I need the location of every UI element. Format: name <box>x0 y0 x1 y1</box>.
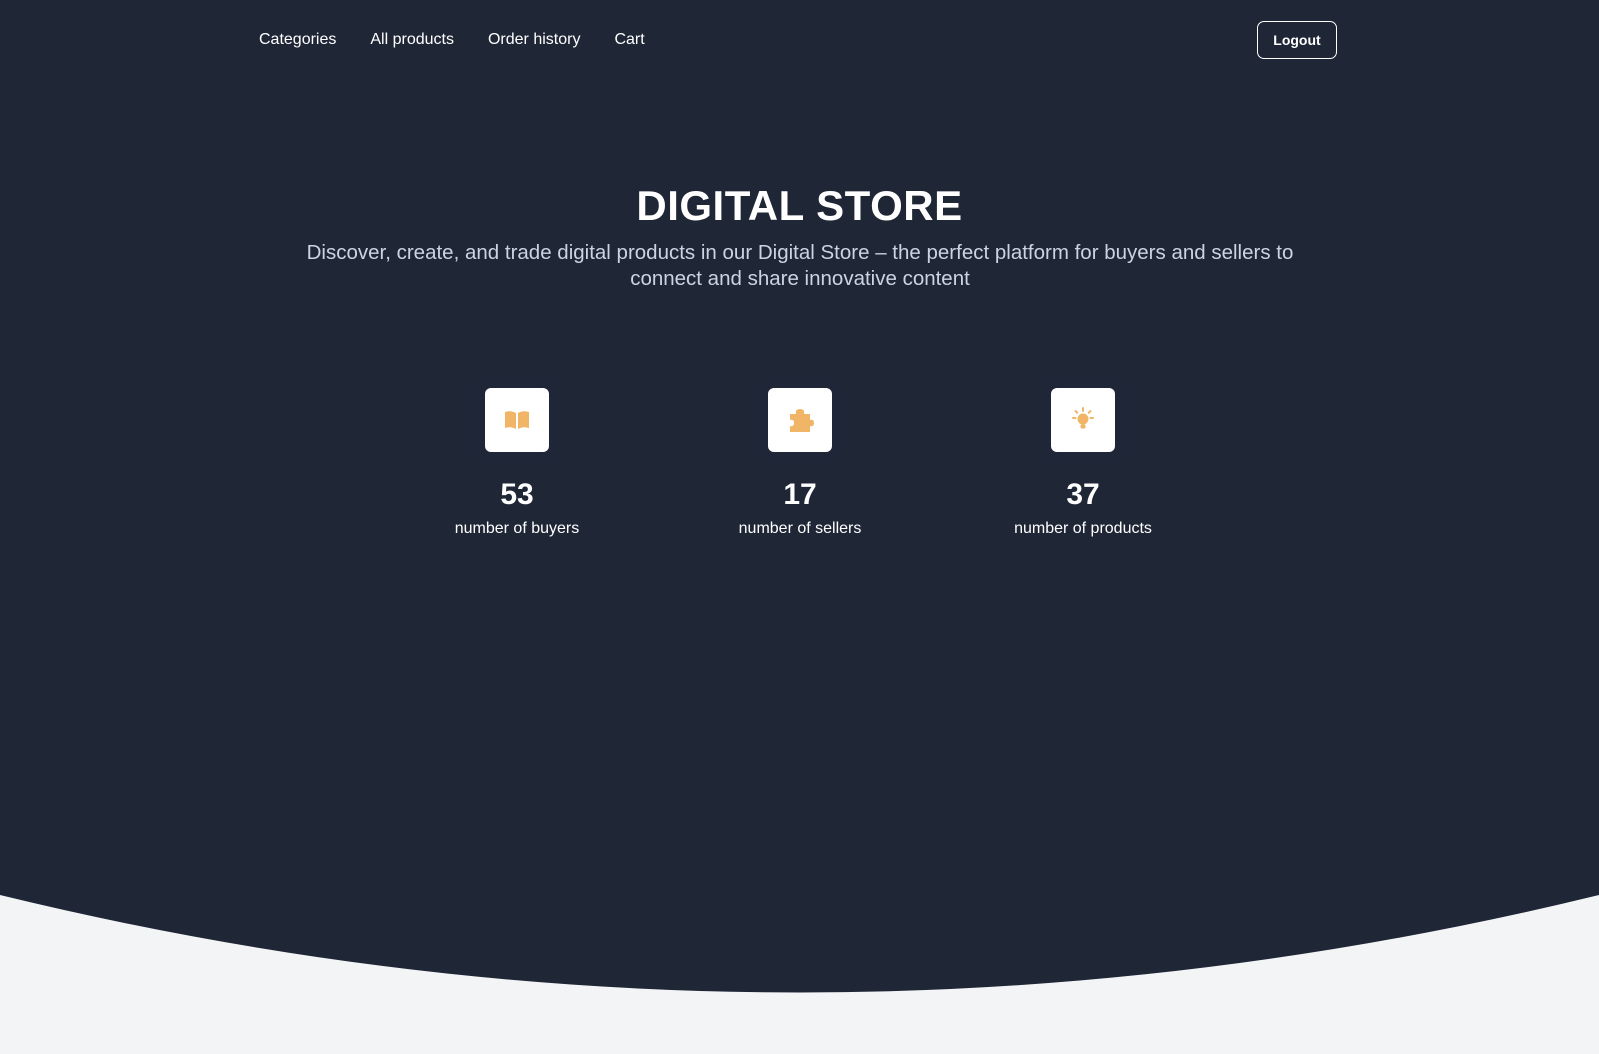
stat-icon-box <box>485 388 549 452</box>
hero-subtitle: Discover, create, and trade digital prod… <box>306 241 1294 290</box>
stat-buyers: 53 number of buyers <box>407 388 627 540</box>
stat-label: number of buyers <box>454 520 580 537</box>
logout-button[interactable]: Logout <box>1257 21 1337 59</box>
nav-link-order-history[interactable]: Order history <box>488 29 580 51</box>
stat-products: 37 number of products <box>973 388 1193 540</box>
book-icon <box>505 411 529 429</box>
nav-link-categories[interactable]: Categories <box>259 29 336 51</box>
stat-label: number of products <box>1014 520 1152 537</box>
stat-value: 53 <box>500 478 534 511</box>
top-navbar: Categories All products Order history Ca… <box>0 0 1599 82</box>
nav-links: Categories All products Order history Ca… <box>259 29 679 51</box>
nav-link-all-products[interactable]: All products <box>370 29 454 51</box>
nav-link-cart[interactable]: Cart <box>614 29 644 51</box>
puzzle-icon <box>790 409 814 432</box>
stat-value: 17 <box>783 478 817 511</box>
stat-value: 37 <box>1066 478 1100 511</box>
stat-icon-box <box>768 388 832 452</box>
stat-sellers: 17 number of sellers <box>690 388 910 540</box>
stat-label: number of sellers <box>738 520 862 537</box>
page-title: DIGITAL STORE <box>636 182 963 229</box>
lightbulb-icon <box>1072 407 1094 429</box>
stat-icon-box <box>1051 388 1115 452</box>
